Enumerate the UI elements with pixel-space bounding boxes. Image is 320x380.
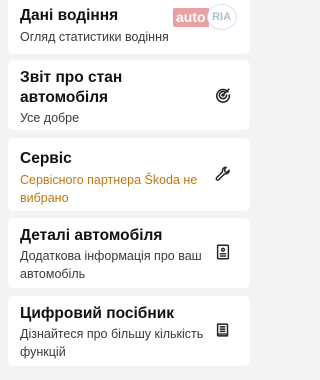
card-title: Звіт про стан автомобіля — [20, 69, 123, 106]
card-vehicle-details[interactable]: Деталі автомобіля Додаткова інформація п… — [8, 218, 250, 288]
watermark-text-left: auto — [173, 7, 209, 27]
card-title: Деталі автомобіля — [20, 227, 163, 244]
card-subtitle: Додаткова інформація про ваш автомобіль — [20, 249, 202, 281]
card-vehicle-status-report[interactable]: Звіт про стан автомобіля Усе добре — [8, 60, 250, 130]
watermark-logo: auto RIA — [173, 4, 237, 30]
card-title: Цифровий посібник — [20, 305, 175, 322]
card-subtitle-warning: Сервісного партнера Škoda не вибрано — [20, 173, 198, 205]
card-title: Сервіс — [20, 150, 72, 167]
gauge-icon — [214, 86, 232, 104]
card-subtitle: Усе добре — [20, 111, 80, 125]
document-icon — [214, 243, 232, 261]
watermark-text-right: RIA — [206, 4, 237, 30]
book-icon — [214, 321, 232, 339]
card-subtitle: Дізнайтеся про більшу кількість функцій — [20, 327, 204, 359]
card-subtitle: Огляд статистики водіння — [20, 30, 169, 44]
card-service[interactable]: Сервіс Сервісного партнера Škoda не вибр… — [8, 138, 250, 211]
wrench-icon — [214, 165, 232, 183]
card-digital-manual[interactable]: Цифровий посібник Дізнайтеся про більшу … — [8, 296, 250, 366]
